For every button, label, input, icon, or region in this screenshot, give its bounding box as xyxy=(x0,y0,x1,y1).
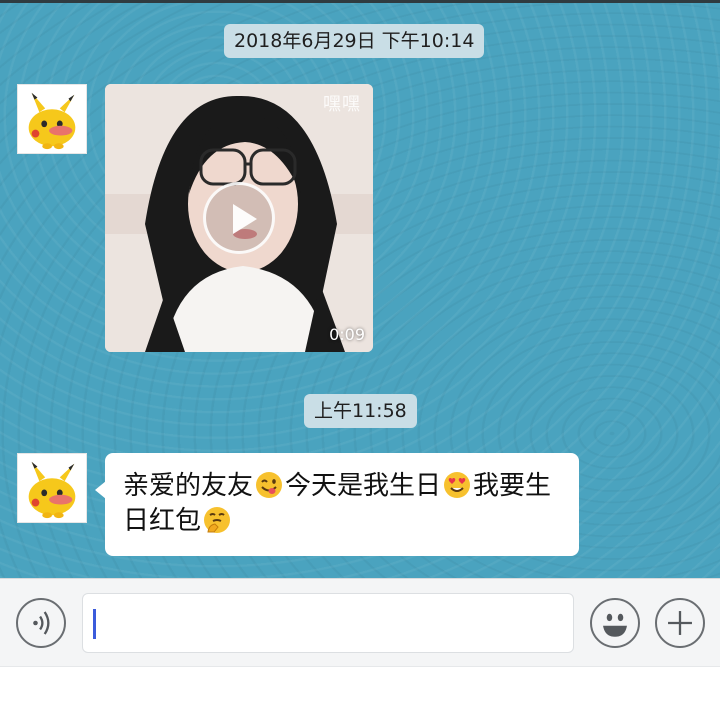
plus-icon xyxy=(668,611,692,635)
input-bar xyxy=(0,578,720,666)
top-divider xyxy=(0,0,720,3)
video-message[interactable]: 嘿嘿 0:09 xyxy=(105,84,373,352)
text-caret xyxy=(93,609,96,639)
message-text-part-1: 亲爱的友友 xyxy=(123,471,254,501)
pikachu-avatar-icon xyxy=(18,454,86,522)
emoji-button[interactable] xyxy=(590,598,640,648)
voice-input-button[interactable] xyxy=(16,598,66,648)
message-text-part-2: 今天是我生日 xyxy=(285,471,442,501)
message-input[interactable] xyxy=(82,593,574,653)
play-icon[interactable] xyxy=(203,182,275,254)
smiley-icon xyxy=(603,613,627,637)
video-watermark: 嘿嘿 xyxy=(323,94,361,115)
sender-avatar[interactable] xyxy=(17,84,87,154)
timestamp-2: 上午11:58 xyxy=(304,394,417,428)
winking-tongue-emoji-icon xyxy=(255,471,283,499)
thinking-emoji-icon xyxy=(203,506,231,534)
video-duration: 0:09 xyxy=(329,325,365,344)
sender-avatar[interactable] xyxy=(17,453,87,523)
pikachu-avatar-icon xyxy=(18,85,86,153)
add-button[interactable] xyxy=(655,598,705,648)
bottom-area xyxy=(0,666,720,720)
text-message-bubble[interactable]: 亲爱的友友 今天是我生日 我要生日红包 xyxy=(95,453,579,556)
voice-icon xyxy=(33,611,50,635)
timestamp-1: 2018年6月29日 下午10:14 xyxy=(224,24,485,58)
chat-area[interactable]: 2018年6月29日 下午10:14 嘿嘿 0:09 上午11:58 亲爱的友友… xyxy=(0,0,720,578)
heart-eyes-emoji-icon xyxy=(443,471,471,499)
